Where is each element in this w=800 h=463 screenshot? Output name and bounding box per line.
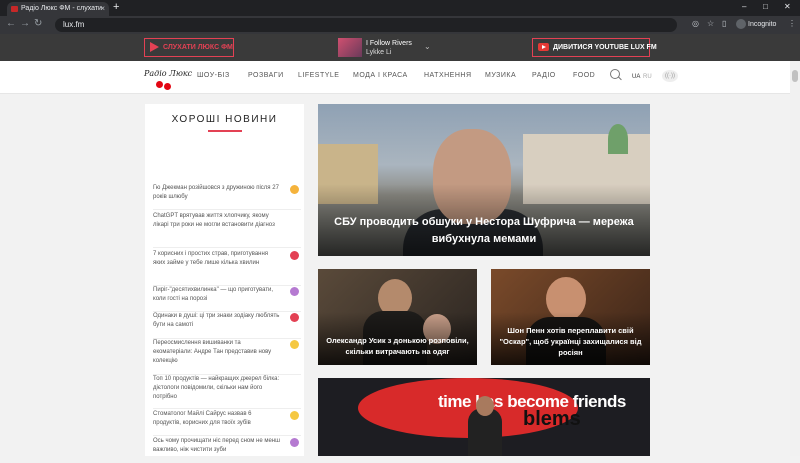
bookmark-star-icon[interactable]: ☆ bbox=[707, 19, 714, 28]
lang-ru[interactable]: RU bbox=[643, 74, 652, 80]
scrollbar-thumb[interactable] bbox=[792, 70, 798, 82]
star-icon bbox=[290, 185, 299, 194]
browser-tab-bar: Радіо Люкс ФМ - слухати × + – □ ✕ bbox=[0, 0, 800, 16]
lang-ua[interactable]: UA bbox=[632, 74, 640, 80]
list-item[interactable]: Топ 10 продуктів — найкращих джерел білк… bbox=[153, 375, 301, 409]
maximize-icon[interactable]: □ bbox=[763, 2, 768, 11]
track-title: I Follow Rivers bbox=[366, 40, 412, 47]
list-item[interactable]: Ось чому прочищати ніс перед сном не мен… bbox=[153, 437, 301, 463]
site-nav: Радіо Люкс ШОУ-БІЗ РОЗВАГИ LIFESTYLE МОД… bbox=[0, 61, 790, 94]
nav-item-inspiration[interactable]: НАТХНЕННЯ bbox=[424, 72, 472, 79]
site-logo[interactable]: Радіо Люкс bbox=[144, 67, 192, 90]
forward-icon[interactable]: → bbox=[20, 18, 30, 29]
hero-title[interactable]: СБУ проводить обшуки у Нестора Шуфрича —… bbox=[334, 214, 634, 248]
incognito-icon bbox=[736, 19, 746, 29]
card-title[interactable]: Олександр Усик з донькою розповіли, скіл… bbox=[322, 335, 473, 357]
list-item[interactable]: Пиріг-"десятихвилинка" — що приготувати,… bbox=[153, 286, 301, 312]
nav-item-showbiz[interactable]: ШОУ-БІЗ bbox=[197, 72, 230, 79]
close-tab-icon[interactable]: × bbox=[100, 2, 105, 16]
star-icon bbox=[290, 411, 299, 420]
address-toolbar: ← → ↻ lux.fm ◎ ☆ ▯ Incognito ⋮ bbox=[0, 16, 800, 34]
track-artist: Lykke Li bbox=[366, 49, 392, 56]
album-cover bbox=[338, 38, 362, 57]
nav-item-radio[interactable]: РАДІО bbox=[532, 72, 556, 79]
listen-button[interactable]: СЛУХАТИ ЛЮКС ФМ bbox=[144, 38, 234, 57]
scrollbar[interactable] bbox=[790, 61, 800, 456]
heart-icon bbox=[290, 313, 299, 322]
cherry-icon bbox=[164, 83, 171, 90]
address-bar[interactable]: lux.fm bbox=[55, 18, 677, 32]
menu-dots-icon[interactable]: ⋮ bbox=[788, 19, 796, 28]
reload-icon[interactable]: ↻ bbox=[34, 18, 42, 29]
side-panel-icon[interactable]: ▯ bbox=[722, 19, 726, 28]
list-item[interactable]: Гю Джекман розійшовся з дружиною після 2… bbox=[153, 184, 301, 210]
search-icon[interactable] bbox=[610, 69, 620, 79]
dome-shape bbox=[608, 124, 628, 154]
list-item[interactable]: Переосмислення вишиванки та екоматеріали… bbox=[153, 339, 301, 375]
sidebar-title: ХОРОШІ НОВИНИ bbox=[171, 114, 278, 125]
article-banner[interactable]: time has become friends blems bbox=[318, 378, 650, 456]
favicon-icon bbox=[11, 6, 18, 12]
chevron-down-icon[interactable]: ⌄ bbox=[424, 42, 431, 51]
article-card[interactable]: Олександр Усик з донькою розповіли, скіл… bbox=[318, 269, 477, 365]
article-card[interactable]: Шон Пенн хотів переплавити свій "Оскар",… bbox=[491, 269, 650, 365]
person-head bbox=[476, 396, 494, 416]
play-icon bbox=[150, 42, 159, 52]
list-item[interactable]: Одинаки в душі: ці три знаки зодіаку люб… bbox=[153, 312, 301, 339]
radio-wave-icon[interactable]: ((·)) bbox=[662, 70, 678, 82]
nav-item-fashion[interactable]: МОДА І КРАСА bbox=[353, 72, 408, 79]
nav-item-music[interactable]: МУЗИКА bbox=[485, 72, 516, 79]
tab-title: Радіо Люкс ФМ - слухати bbox=[21, 5, 102, 12]
hero-article[interactable]: СБУ проводить обшуки у Нестора Шуфрича —… bbox=[318, 104, 650, 256]
url-text: lux.fm bbox=[63, 20, 85, 29]
food-icon bbox=[290, 251, 299, 260]
new-tab-icon[interactable]: + bbox=[113, 1, 119, 13]
nav-item-entertainment[interactable]: РОЗВАГИ bbox=[248, 72, 284, 79]
minimize-icon[interactable]: – bbox=[742, 2, 746, 11]
browser-tab[interactable]: Радіо Люкс ФМ - слухати × bbox=[7, 2, 109, 16]
list-item[interactable]: ChatGPT врятував життя хлопчику, якому л… bbox=[153, 212, 301, 248]
title-underline bbox=[208, 130, 242, 132]
nav-item-lifestyle[interactable]: LIFESTYLE bbox=[298, 72, 339, 79]
pen-icon bbox=[290, 287, 299, 296]
card-title[interactable]: Шон Пенн хотів переплавити свій "Оскар",… bbox=[495, 325, 646, 358]
incognito-indicator[interactable]: Incognito bbox=[736, 19, 776, 29]
star-icon bbox=[290, 340, 299, 349]
list-item[interactable]: Стоматолог Майлі Сайрус назвав 6 продукт… bbox=[153, 410, 301, 436]
site-topbar: СЛУХАТИ ЛЮКС ФМ I Follow Rivers Lykke Li… bbox=[0, 34, 800, 61]
eye-off-icon[interactable]: ◎ bbox=[692, 19, 699, 28]
close-window-icon[interactable]: ✕ bbox=[784, 2, 791, 11]
pen-icon bbox=[290, 438, 299, 447]
youtube-icon bbox=[538, 43, 549, 51]
good-news-sidebar: ХОРОШІ НОВИНИ Гю Джекман розійшовся з др… bbox=[145, 104, 304, 456]
cherry-icon bbox=[156, 81, 163, 88]
youtube-button[interactable]: ДИВИТИСЯ YOUTUBE LUX FM bbox=[532, 38, 657, 57]
banner-text: blems bbox=[523, 408, 581, 430]
nav-item-food[interactable]: FOOD bbox=[573, 72, 595, 79]
list-item[interactable]: 7 корисних і простих страв, приготування… bbox=[153, 250, 301, 286]
back-icon[interactable]: ← bbox=[6, 18, 16, 29]
